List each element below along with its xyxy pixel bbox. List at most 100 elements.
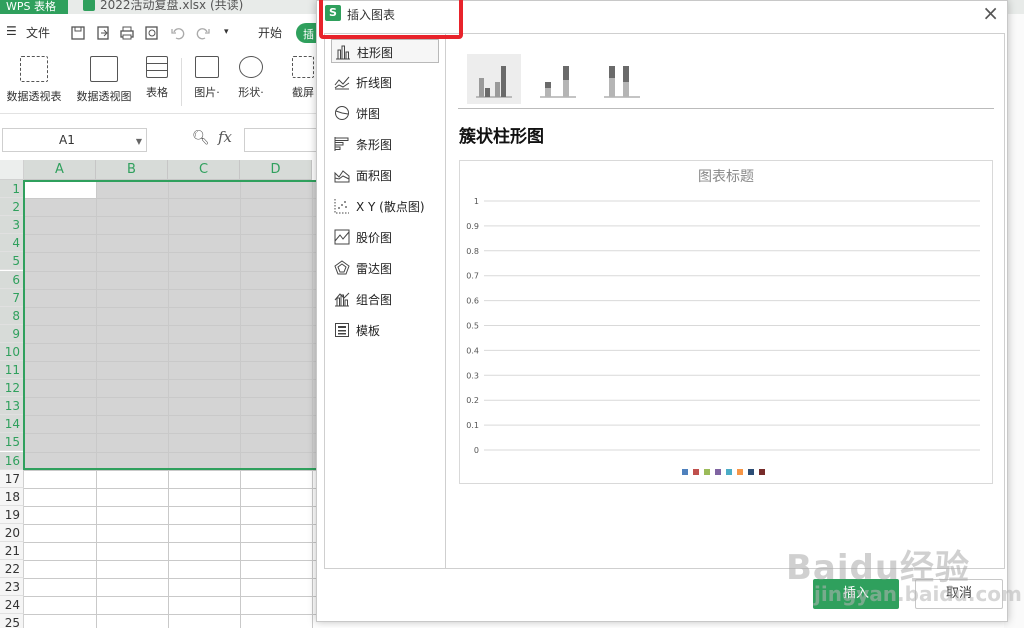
quick-access-dropdown-icon[interactable]: ▾	[224, 27, 229, 37]
insert-button[interactable]: 插入	[813, 579, 899, 609]
combo-chart-icon	[334, 292, 350, 307]
save-icon[interactable]	[70, 25, 86, 41]
subtype-percent-stacked-column[interactable]	[595, 54, 649, 104]
subtype-clustered-column[interactable]	[467, 54, 521, 104]
row-header[interactable]: 18	[0, 487, 24, 506]
row-header[interactable]: 6	[0, 270, 24, 289]
cancel-button[interactable]: 取消	[915, 579, 1003, 609]
print-icon[interactable]	[119, 25, 135, 41]
y-tick-label: 0.4	[466, 346, 479, 355]
scatter-chart-icon	[334, 199, 349, 214]
chart-type-label: X Y (散点图)	[356, 200, 425, 214]
screenshot-label: 截屏	[292, 86, 314, 99]
row-header[interactable]: 24	[0, 596, 24, 615]
chevron-down-icon: ▼	[135, 137, 142, 146]
spreadsheet-file-icon	[83, 0, 95, 11]
pivot-chart-label: 数据透视图	[76, 90, 132, 103]
chart-type-template[interactable]: 模板	[331, 318, 439, 342]
y-tick-label: 0.3	[466, 371, 479, 380]
row-header[interactable]: 23	[0, 578, 24, 597]
row-header[interactable]: 21	[0, 542, 24, 560]
column-header[interactable]: B	[96, 160, 168, 180]
pivot-table-icon	[20, 56, 48, 82]
row-header[interactable]: 17	[0, 469, 24, 488]
chart-type-label: 柱形图	[357, 46, 394, 60]
chart-type-area[interactable]: 面积图	[331, 163, 439, 187]
row-header[interactable]: 1	[0, 180, 24, 198]
selection-border	[23, 180, 320, 470]
row-header[interactable]: 16	[0, 451, 24, 470]
shape-button[interactable]: 形状·	[232, 56, 270, 100]
function-icon[interactable]: fx	[218, 128, 232, 146]
spreadsheet-grid[interactable]: A B C D 1 2 3 4 5 6 7 8 9 10 11 12 13 14 15 16 17 18 19 20 2…	[0, 160, 320, 628]
app-tab[interactable]: WPS 表格	[0, 0, 68, 14]
highlight-annotation	[319, 0, 463, 39]
row-header[interactable]: 22	[0, 560, 24, 579]
picture-button[interactable]: 图片·	[188, 56, 226, 100]
row-header[interactable]: 2	[0, 198, 24, 217]
row-header[interactable]: 12	[0, 379, 24, 398]
row-header[interactable]: 11	[0, 361, 24, 379]
chart-type-label: 模板	[356, 324, 381, 338]
export-icon[interactable]	[95, 25, 111, 41]
row-header[interactable]: 25	[0, 614, 24, 628]
chart-type-pie[interactable]: 饼图	[331, 101, 439, 125]
column-header[interactable]: C	[168, 160, 240, 180]
screenshot-button[interactable]: 截屏	[288, 56, 318, 100]
y-tick-label: 1	[474, 197, 479, 206]
subtype-stacked-column[interactable]	[531, 54, 585, 104]
row-header[interactable]: 9	[0, 324, 24, 343]
undo-icon[interactable]	[170, 25, 186, 41]
chart-type-radar[interactable]: 雷达图	[331, 256, 439, 280]
name-box[interactable]: A1 ▼	[2, 128, 147, 152]
row-header[interactable]: 20	[0, 523, 24, 542]
pivot-table-label: 数据透视表	[6, 90, 62, 103]
document-tab[interactable]: 2022活动复盘.xlsx (共读)	[80, 0, 300, 14]
row-header[interactable]: 19	[0, 505, 24, 524]
column-header[interactable]: D	[240, 160, 312, 180]
chart-type-column[interactable]: 柱形图	[331, 39, 439, 63]
row-header[interactable]: 7	[0, 288, 24, 307]
stacked-column-icon	[540, 66, 576, 98]
dialog-body: 柱形图 折线图 饼图 条形图 面积图 X Y (散点图) 股价图 雷达图 组合图…	[324, 33, 1005, 569]
chart-type-bar[interactable]: 条形图	[331, 132, 439, 156]
close-icon[interactable]: ×	[982, 3, 999, 23]
zoom-search-icon[interactable]: 🔍︎	[192, 130, 210, 146]
tab-insert[interactable]: 插	[296, 23, 316, 43]
chart-type-scatter[interactable]: X Y (散点图)	[331, 194, 439, 218]
table-icon	[146, 56, 168, 78]
chart-type-stock[interactable]: 股价图	[331, 225, 439, 249]
chart-type-label: 组合图	[356, 293, 393, 307]
y-tick-label: 0.8	[466, 247, 479, 256]
chart-type-label: 条形图	[356, 138, 393, 152]
table-button[interactable]: 表格	[142, 56, 172, 100]
chart-type-combo[interactable]: 组合图	[331, 287, 439, 311]
chart-type-line[interactable]: 折线图	[331, 70, 439, 94]
pivot-chart-button[interactable]: 数据透视图	[73, 56, 135, 104]
stock-chart-icon	[334, 229, 350, 245]
hamburger-icon[interactable]: ☰	[6, 24, 17, 38]
legend-swatch	[704, 469, 710, 475]
row-header[interactable]: 15	[0, 433, 24, 452]
row-header[interactable]: 4	[0, 234, 24, 253]
tab-start[interactable]: 开始	[258, 24, 282, 41]
y-tick-label: 0.2	[466, 396, 479, 405]
file-menu[interactable]: 文件	[26, 24, 50, 41]
row-header[interactable]: 13	[0, 397, 24, 416]
picture-label: 图片·	[194, 86, 220, 99]
row-header[interactable]: 5	[0, 252, 24, 271]
column-header[interactable]: A	[24, 160, 96, 180]
pivot-table-button[interactable]: 数据透视表	[3, 56, 65, 104]
chart-type-label: 饼图	[356, 107, 381, 121]
select-all-corner[interactable]	[0, 160, 24, 180]
row-header[interactable]: 14	[0, 415, 24, 434]
row-header[interactable]: 10	[0, 342, 24, 361]
redo-icon[interactable]	[195, 25, 211, 41]
print-preview-icon[interactable]	[144, 25, 160, 41]
chart-type-label: 雷达图	[356, 262, 393, 276]
tab-insert-label: 插	[303, 28, 314, 41]
row-header[interactable]: 8	[0, 306, 24, 325]
y-tick-label: 0.7	[466, 272, 479, 281]
row-header[interactable]: 3	[0, 216, 24, 235]
formula-input[interactable]	[244, 128, 324, 152]
